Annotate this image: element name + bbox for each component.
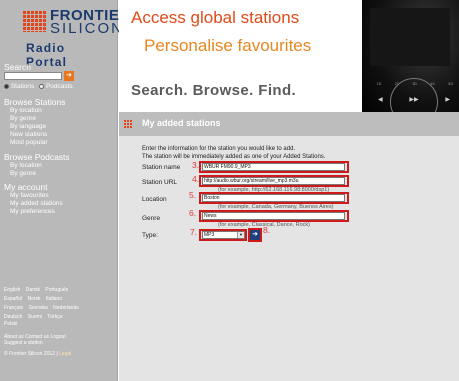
station-name-input[interactable]: WBUR FM90.9_MP3 — [202, 163, 345, 171]
language-row: English Dansk Português — [4, 287, 72, 293]
preset-label: 2T — [394, 82, 399, 86]
device-screen — [370, 8, 450, 66]
browse-stations-heading: Browse Stations — [4, 97, 66, 107]
form-intro-line2: The station will be immediately added as… — [142, 154, 326, 160]
language-row: Français Svenska Nederlands — [4, 305, 83, 311]
podcasts-by-location-link[interactable]: By location — [10, 162, 42, 170]
language-link-svenska[interactable]: Svenska — [29, 305, 48, 311]
language-row: Español Norsk Italiano — [4, 296, 66, 302]
form-intro-line1: Enter the information for the station yo… — [142, 146, 296, 152]
promo-banner: Access global stations Personalise favou… — [119, 0, 459, 128]
logo-radio-portal: Radio Portal — [26, 41, 68, 69]
language-link-deutsch[interactable]: Deutsch — [4, 314, 22, 320]
language-link-francais[interactable]: Français — [4, 305, 23, 311]
legal-link[interactable]: Legal — [59, 351, 71, 357]
podcasts-radio-label: Podcasts — [45, 83, 73, 90]
type-select-value: MP3 — [204, 232, 215, 238]
genre-input[interactable]: News — [202, 212, 345, 220]
browse-by-genre-link[interactable]: By genre — [10, 115, 36, 123]
grid-logo-icon — [123, 119, 133, 129]
new-stations-link[interactable]: New stations — [10, 131, 47, 139]
my-account-heading: My account — [4, 182, 48, 192]
language-link-portugues[interactable]: Português — [45, 287, 68, 293]
language-row: Polski — [4, 321, 21, 327]
language-link-norsk[interactable]: Norsk — [27, 296, 40, 302]
podcasts-radio[interactable] — [39, 83, 45, 89]
my-favourites-link[interactable]: My favourites — [10, 192, 49, 200]
tagline-personalise: Personalise favourites — [144, 36, 312, 55]
suggest-station-link[interactable]: Suggest a station — [4, 340, 43, 346]
frontier-silicon-logo[interactable]: FRONTIER SILICON Radio Portal — [10, 8, 130, 69]
language-link-espanol[interactable]: Español — [4, 296, 22, 302]
browse-by-location-link[interactable]: By location — [10, 107, 42, 115]
browse-by-language-link[interactable]: By language — [10, 123, 46, 131]
preset-label: 1D — [376, 82, 382, 86]
browse-podcasts-heading: Browse Podcasts — [4, 152, 70, 162]
step-number: 6. — [189, 208, 197, 218]
device-play-icon: ▶▶ — [409, 97, 419, 103]
radio-device-image: 1D 2T 3D 4S 5/0 ◀ ▶▶ ▶ — [362, 0, 459, 126]
step-number: 7. — [190, 227, 198, 237]
copyright: © Frontier Silicon 2012 | Legal — [4, 351, 71, 357]
type-label: Type: — [142, 232, 158, 239]
language-link-turkce[interactable]: Türkçe — [47, 314, 62, 320]
step-number: 8. — [263, 225, 271, 235]
tagline-access-global: Access global stations — [131, 8, 300, 27]
language-link-dansk[interactable]: Dansk — [26, 287, 40, 293]
add-station-button[interactable]: ➜ — [250, 230, 260, 240]
stations-radio[interactable] — [4, 83, 9, 89]
copyright-text: © Frontier Silicon 2012 | — [4, 351, 58, 357]
search-go-button[interactable]: ➜ — [64, 71, 74, 81]
search-scope: Stations Podcasts — [4, 83, 73, 90]
chevron-down-icon[interactable]: ▼ — [237, 232, 244, 238]
language-link-english[interactable]: English — [4, 287, 20, 293]
language-link-italiano[interactable]: Italiano — [46, 296, 62, 302]
location-input[interactable]: Boston — [202, 194, 345, 202]
language-link-suomi[interactable]: Suomi — [28, 314, 42, 320]
genre-label: Genre — [142, 215, 161, 222]
device-forward-icon: ▶ — [445, 97, 450, 103]
station-url-input[interactable]: http://audio.wbur.org/stream/live_mp3.m3… — [202, 177, 345, 185]
most-popular-link[interactable]: Most popular — [10, 139, 48, 147]
language-row: Deutsch Suomi Türkçe — [4, 314, 67, 320]
page-title: My added stations — [142, 118, 221, 128]
podcasts-by-genre-link[interactable]: By genre — [10, 170, 36, 178]
device-presets: 1D 2T 3D 4S 5/0 — [370, 82, 459, 86]
logo-grid-icon — [22, 10, 46, 32]
sidebar: FRONTIER SILICON Radio Portal Search ➜ S… — [0, 0, 130, 381]
preset-label: 4S — [430, 82, 435, 86]
location-label: Location — [142, 196, 167, 203]
add-station-form: Enter the information for the station yo… — [119, 136, 459, 381]
my-preferences-link[interactable]: My preferences — [10, 208, 55, 216]
my-added-stations-link[interactable]: My added stations — [10, 200, 63, 208]
type-select[interactable]: MP3 ▼ — [202, 231, 245, 239]
stations-radio-label: Stations — [10, 83, 35, 90]
device-controls: ◀ ▶▶ ▶ — [378, 96, 450, 103]
step-number: 5. — [189, 190, 197, 200]
station-name-label: Station name — [142, 164, 181, 171]
logo-wordmark-silicon: SILICON — [50, 20, 125, 37]
language-link-polski[interactable]: Polski — [4, 321, 17, 327]
language-link-nederlands[interactable]: Nederlands — [53, 305, 79, 311]
search-input[interactable] — [4, 72, 62, 80]
tagline-search-browse-find: Search. Browse. Find. — [131, 82, 297, 99]
preset-label: 5/0 — [448, 82, 454, 86]
device-back-icon: ◀ — [378, 97, 383, 103]
preset-label: 3D — [412, 82, 417, 86]
logout-link[interactable]: Logout — [50, 334, 65, 340]
search-heading: Search — [4, 62, 31, 72]
page-title-bar: My added stations — [119, 112, 459, 136]
station-url-label: Station URL — [142, 179, 178, 186]
